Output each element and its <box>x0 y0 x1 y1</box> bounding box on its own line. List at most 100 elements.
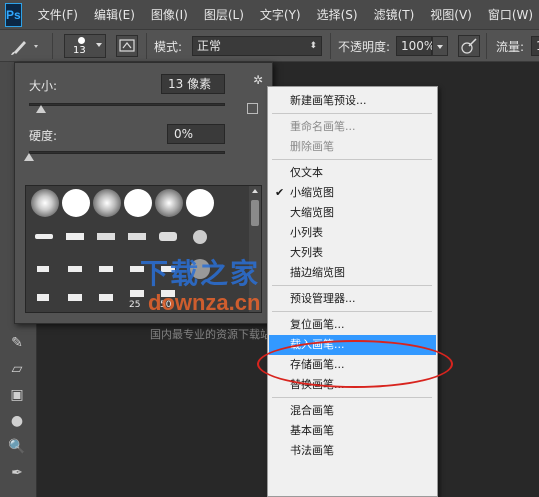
eraser-icon[interactable]: ▱ <box>6 358 28 380</box>
menu-view[interactable]: 视图(V) <box>422 6 480 23</box>
brush-size-value: 13 <box>73 45 86 56</box>
chevron-down-icon <box>437 45 443 49</box>
brush-size-picker[interactable]: 13 <box>64 34 106 58</box>
menu-layer[interactable]: 图层(L) <box>196 6 252 23</box>
brush-icon <box>11 41 38 55</box>
brush-preset-chisel[interactable] <box>92 222 122 252</box>
brush-preset-menu: 新建画笔预设... 重命名画笔... 删除画笔仅文本 ✔ 小缩览图 大缩览图 小列表 大列表描… <box>267 86 438 497</box>
menu-item[interactable]: 存储画笔... <box>269 355 436 375</box>
stylus-icon <box>461 38 477 54</box>
updown-arrows-icon: ⬍ <box>309 41 317 51</box>
brush-preset-hard-round[interactable] <box>123 188 153 218</box>
brush-size-label: 25 <box>129 300 141 310</box>
menu-item[interactable]: 复位画笔... <box>269 315 436 335</box>
opacity-input[interactable]: 100% <box>396 36 435 56</box>
menu-separator <box>272 285 432 286</box>
brush-tool-preset-button[interactable] <box>6 35 44 57</box>
blur-icon[interactable]: ● <box>6 410 28 432</box>
history-brush-icon[interactable]: ✎ <box>6 332 28 354</box>
menu-item[interactable]: 描边缩览图 <box>269 263 436 283</box>
checkmark-icon: ✔ <box>275 186 285 199</box>
menu-item[interactable]: 混合画笔 <box>269 401 436 421</box>
brush-dot-icon <box>78 37 85 44</box>
size-slider-thumb[interactable] <box>35 105 46 113</box>
chevron-down-icon <box>96 43 102 47</box>
brush-preset-chisel[interactable] <box>61 222 91 252</box>
menu-item[interactable]: 仅文本 <box>269 163 436 183</box>
gradient-icon[interactable]: ▣ <box>6 384 28 406</box>
divider <box>146 33 147 59</box>
mode-select[interactable]: 正常 ⬍ <box>192 36 322 56</box>
menu-bar: Ps 文件(F) 编辑(E) 图像(I) 图层(L) 文字(Y) 选择(S) 滤… <box>0 0 539 30</box>
brush-preset-chisel[interactable] <box>154 222 184 252</box>
scrollbar-thumb[interactable] <box>251 200 259 226</box>
brush-panel-icon <box>119 39 135 52</box>
menu-item[interactable]: 书法画笔 <box>269 441 436 461</box>
divider <box>330 33 331 59</box>
watermark-tagline: 国内最专业的资源下载站！ <box>150 328 282 341</box>
hardness-input[interactable]: 0% <box>167 124 225 144</box>
menu-type[interactable]: 文字(Y) <box>252 6 309 23</box>
brush-preset-chisel[interactable] <box>123 222 153 252</box>
brush-preset-flat[interactable] <box>92 284 122 312</box>
menu-item[interactable]: 替换画笔... <box>269 375 436 395</box>
divider <box>52 33 53 59</box>
menu-item[interactable]: 大缩览图 <box>269 203 436 223</box>
new-preset-icon[interactable] <box>247 103 258 114</box>
brush-preset-flat[interactable] <box>61 254 91 284</box>
menu-window[interactable]: 窗口(W) <box>480 6 539 23</box>
menu-separator <box>272 113 432 114</box>
menu-item[interactable]: 新建画笔预设... <box>269 91 436 111</box>
menu-file[interactable]: 文件(F) <box>30 6 86 23</box>
menu-separator <box>272 159 432 160</box>
menu-separator <box>272 311 432 312</box>
menu-edit[interactable]: 编辑(E) <box>86 6 143 23</box>
size-label: 大小: <box>29 79 58 93</box>
menu-filter[interactable]: 滤镜(T) <box>366 6 423 23</box>
hardness-slider-track[interactable] <box>29 151 225 154</box>
photoshop-logo: Ps <box>5 2 22 27</box>
flow-input[interactable]: 1 <box>531 36 539 56</box>
brush-preset-hard-round[interactable] <box>185 188 215 218</box>
options-bar: 13 模式: 正常 ⬍ 不透明度: 100% 流量: 1 <box>0 30 539 62</box>
toggle-brush-panel-button[interactable] <box>116 35 138 57</box>
mode-value: 正常 <box>197 39 222 53</box>
brush-preset-flat[interactable] <box>30 254 60 284</box>
menu-select[interactable]: 选择(S) <box>309 6 366 23</box>
menu-image[interactable]: 图像(I) <box>143 6 196 23</box>
menu-item[interactable]: 载入画笔... <box>269 335 436 355</box>
menu-item[interactable]: 小列表 <box>269 223 436 243</box>
divider <box>486 33 487 59</box>
watermark-domain: downza.cn <box>148 290 261 315</box>
gear-icon[interactable]: ✲ <box>253 73 263 87</box>
mode-label: 模式: <box>154 40 183 54</box>
menu-item: 重命名画笔... <box>290 120 356 133</box>
brush-preset-soft-round[interactable] <box>30 188 60 218</box>
opacity-label: 不透明度: <box>338 40 391 54</box>
pen-icon[interactable]: ✒ <box>6 462 28 484</box>
scroll-up-icon[interactable] <box>252 189 258 193</box>
hardness-slider-thumb[interactable] <box>24 153 34 161</box>
hardness-label: 硬度: <box>29 129 58 143</box>
brush-preset-flat[interactable] <box>30 284 60 312</box>
opacity-dropdown-button[interactable] <box>432 36 448 56</box>
pressure-opacity-button[interactable] <box>458 35 480 57</box>
menu-item[interactable]: 大列表 <box>269 243 436 263</box>
menu-separator <box>272 397 432 398</box>
dodge-icon[interactable]: 🔍 <box>6 436 28 458</box>
menu-item[interactable]: ✔ 小缩览图 <box>269 183 436 203</box>
brush-preset-texture[interactable] <box>185 222 215 252</box>
brush-preset-chisel[interactable] <box>30 222 60 252</box>
watermark-title: 下载之家 <box>140 257 261 290</box>
flow-label: 流量: <box>496 40 525 54</box>
brush-preset-soft-round[interactable] <box>92 188 122 218</box>
brush-preset-hard-round[interactable] <box>61 188 91 218</box>
menu-item: 删除画笔 <box>290 140 334 153</box>
brush-preset-flat[interactable] <box>92 254 122 284</box>
size-input[interactable]: 13 像素 <box>161 74 225 94</box>
size-slider-track[interactable] <box>29 103 225 106</box>
brush-preset-soft-round[interactable] <box>154 188 184 218</box>
brush-preset-flat[interactable] <box>61 284 91 312</box>
menu-item[interactable]: 基本画笔 <box>269 421 436 441</box>
menu-item[interactable]: 预设管理器... <box>269 289 436 309</box>
